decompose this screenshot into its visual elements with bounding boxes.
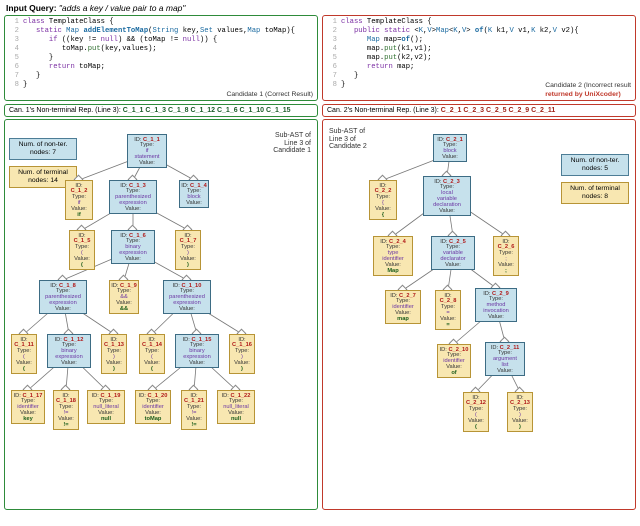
ast-node: ID: C_2_13Type:)Value:) bbox=[507, 392, 533, 432]
code-row: 1class TemplateClass {2 static Map addEl… bbox=[0, 15, 640, 101]
ast-node: ID: C_2_10Type:identifierValue:of bbox=[437, 344, 471, 378]
ast-node: ID: C_2_7Type:identifierValue:map bbox=[385, 290, 421, 324]
ast-node: ID: C_1_16Type:)Value:) bbox=[229, 334, 255, 374]
ast-node: ID: C_1_18Type:!=Value:!= bbox=[53, 390, 79, 430]
candidate-2-rep: Can. 2's Non-terminal Rep. (Line 3): C_2… bbox=[322, 104, 636, 117]
ast-node: ID: C_1_21Type:!=Value:!= bbox=[181, 390, 207, 430]
ast-node: ID: C_1_12Type:binaryexpressionValue: bbox=[47, 334, 91, 368]
ast-node: ID: C_2_3Type:localvariabledeclarationVa… bbox=[423, 176, 471, 216]
query-label: Input Query: bbox=[6, 3, 57, 13]
candidate-1-tree: Num. of non-ter.nodes: 7 Num. of termina… bbox=[4, 119, 318, 510]
code-line: 2 static Map addElementToMap(String key,… bbox=[9, 27, 313, 36]
ast-node: ID: C_2_8Type:=Value:= bbox=[435, 290, 461, 330]
ast-node: ID: C_1_1Type:ifstatementValue: bbox=[127, 134, 167, 168]
ast-node: ID: C_1_15Type:binaryexpressionValue: bbox=[175, 334, 219, 368]
ast-node: ID: C_2_11Type:argumentlistValue: bbox=[485, 342, 525, 376]
code-line: 7 } bbox=[327, 72, 631, 81]
c1-sublabel: Sub-AST ofLine 3 ofCandidate 1 bbox=[273, 132, 311, 155]
ast-node: ID: C_1_14Type:(Value:( bbox=[139, 334, 165, 374]
code-line: 4 map.put(k1,v1); bbox=[327, 45, 631, 54]
code-line: 1class TemplateClass { bbox=[327, 18, 631, 27]
ast-node: ID: C_1_3Type:parenthesizedexpressionVal… bbox=[109, 180, 157, 214]
code-line: 1class TemplateClass { bbox=[9, 18, 313, 27]
code-line: 8} bbox=[9, 81, 313, 90]
ast-node: ID: C_1_2Type:ifValue:if bbox=[65, 180, 93, 220]
c1-nt-count: Num. of non-ter.nodes: 7 bbox=[9, 138, 77, 160]
candidate-2-caption: Candidate 2 (Incorrect result returned b… bbox=[545, 82, 631, 99]
candidate-2-tree: Num. of non-ter.nodes: 5 Num. of termina… bbox=[322, 119, 636, 510]
ast-node: ID: C_1_20Type:identifierValue:toMap bbox=[135, 390, 171, 424]
c2-sublabel: Sub-AST ofLine 3 ofCandidate 2 bbox=[329, 128, 367, 151]
ast-node: ID: C_2_4Type:typeidentifierValue:Map bbox=[373, 236, 413, 276]
code-line: 5 } bbox=[9, 54, 313, 63]
ast-node: ID: C_1_17Type:identifierValue:key bbox=[11, 390, 45, 424]
ast-node: ID: C_2_1Type:blockValue: bbox=[433, 134, 467, 162]
code-line: 6 return toMap; bbox=[9, 63, 313, 72]
code-line: 4 toMap.put(key,values); bbox=[9, 45, 313, 54]
rep-row: Can. 1's Non-terminal Rep. (Line 3): C_1… bbox=[0, 101, 640, 119]
c2-nt-count: Num. of non-ter.nodes: 5 bbox=[561, 154, 629, 176]
ast-node: ID: C_1_19Type:null_literalValue:null bbox=[87, 390, 125, 424]
ast-node: ID: C_1_10Type:parenthesizedexpressionVa… bbox=[163, 280, 211, 314]
ast-node: ID: C_2_6Type:;Value:; bbox=[493, 236, 519, 276]
code-line: 7 } bbox=[9, 72, 313, 81]
code-line: 2 public static <K,V>Map<K,V> of(K k1,V … bbox=[327, 27, 631, 36]
input-query: Input Query: "adds a key / value pair to… bbox=[0, 0, 640, 15]
query-text: "adds a key / value pair to a map" bbox=[59, 3, 186, 13]
ast-node: ID: C_1_5Type:(Value:( bbox=[69, 230, 95, 270]
ast-node: ID: C_1_13Type:)Value:) bbox=[101, 334, 127, 374]
code-line: 3 Map map=of(); bbox=[327, 36, 631, 45]
ast-node: ID: C_1_11Type:(Value:( bbox=[11, 334, 37, 374]
code-line: 6 return map; bbox=[327, 63, 631, 72]
ast-node: ID: C_2_2Type:{Value:{ bbox=[369, 180, 397, 220]
ast-node: ID: C_2_12Type:(Value:( bbox=[463, 392, 489, 432]
ast-node: ID: C_1_22Type:null_literalValue:null bbox=[217, 390, 255, 424]
code-line: 5 map.put(k2,v2); bbox=[327, 54, 631, 63]
ast-node: ID: C_1_6Type:binaryexpressionValue: bbox=[111, 230, 155, 264]
candidate-1-rep: Can. 1's Non-terminal Rep. (Line 3): C_1… bbox=[4, 104, 318, 117]
trees-row: Num. of non-ter.nodes: 7 Num. of termina… bbox=[0, 119, 640, 514]
ast-node: ID: C_1_9Type:&&Value:&& bbox=[109, 280, 139, 314]
candidate-1-caption: Candidate 1 (Correct Result) bbox=[226, 91, 313, 99]
ast-node: ID: C_1_4Type:blockValue: bbox=[179, 180, 209, 208]
candidate-1-code: 1class TemplateClass {2 static Map addEl… bbox=[4, 15, 318, 101]
ast-node: ID: C_2_9Type:methodinvocationValue: bbox=[475, 288, 517, 322]
c2-t-count: Num. of terminalnodes: 8 bbox=[561, 182, 629, 204]
code-line: 3 if ((key != null) && (toMap != null)) … bbox=[9, 36, 313, 45]
ast-node: ID: C_1_7Type:)Value:) bbox=[175, 230, 201, 270]
candidate-2-code: 1class TemplateClass {2 public static <K… bbox=[322, 15, 636, 101]
ast-node: ID: C_2_5Type:variabledeclaratorValue: bbox=[431, 236, 475, 270]
ast-node: ID: C_1_8Type:parenthesizedexpressionVal… bbox=[39, 280, 87, 314]
